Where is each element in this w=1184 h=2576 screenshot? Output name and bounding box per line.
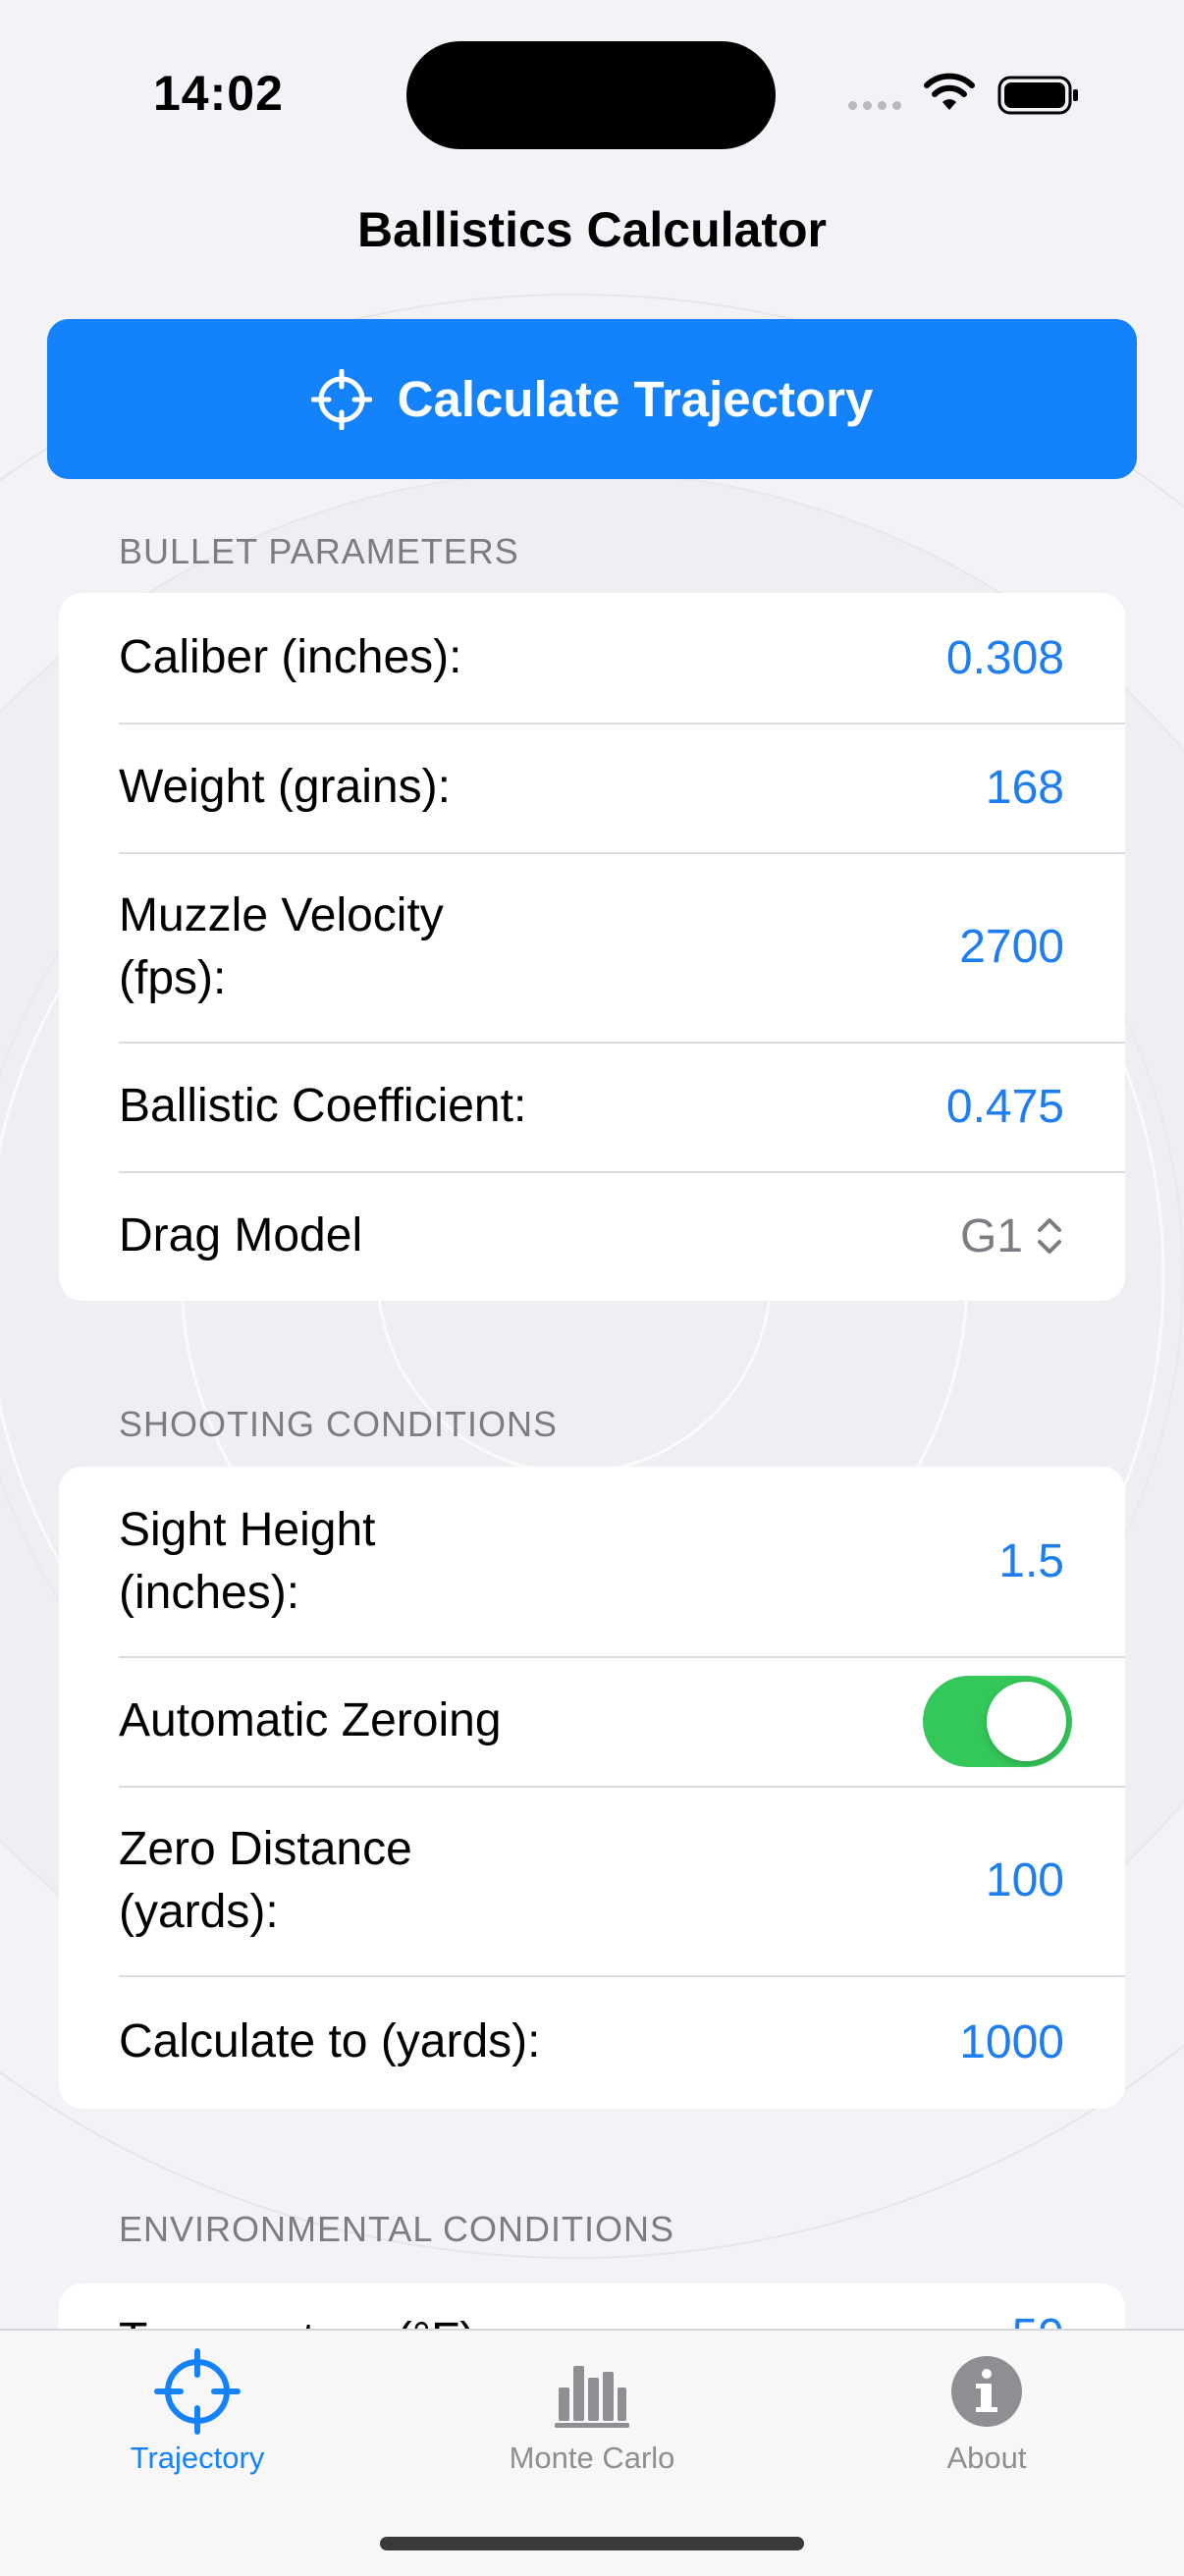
tab-about[interactable]: About: [789, 2331, 1184, 2507]
row-sight-height[interactable]: Sight Height (inches): 1.5: [59, 1467, 1125, 1656]
calculate-to-field[interactable]: 1000: [959, 2015, 1064, 2069]
chevron-up-down-icon: [1038, 1218, 1061, 1254]
temperature-label: Temperature (°F):: [119, 2309, 489, 2329]
weight-label: Weight (grains):: [119, 761, 451, 813]
info-icon: [951, 2356, 1022, 2427]
calculate-button-label: Calculate Trajectory: [397, 371, 874, 427]
tab-trajectory[interactable]: Trajectory: [0, 2331, 395, 2507]
bullet-parameters-card: Caliber (inches): 0.308 Weight (grains):…: [59, 593, 1125, 1301]
tab-label-about: About: [946, 2441, 1027, 2475]
crosshair-icon: [310, 368, 372, 430]
muzzle-velocity-label-line1: Muzzle Velocity: [119, 888, 444, 941]
zero-distance-label-line2: (yards):: [119, 1885, 279, 1938]
calculate-trajectory-button[interactable]: Calculate Trajectory: [47, 319, 1137, 479]
row-drag-model[interactable]: Drag Model G1: [59, 1171, 1125, 1301]
ballistic-coefficient-field[interactable]: 0.475: [946, 1080, 1064, 1134]
muzzle-velocity-label: Muzzle Velocity (fps):: [119, 885, 444, 1010]
row-weight[interactable]: Weight (grains): 168: [59, 723, 1125, 852]
row-caliber[interactable]: Caliber (inches): 0.308: [59, 593, 1125, 723]
shooting-conditions-card: Sight Height (inches): 1.5 Automatic Zer…: [59, 1467, 1125, 2109]
bar-chart-icon: [555, 2366, 629, 2428]
tab-label-monte-carlo: Monte Carlo: [509, 2441, 675, 2475]
section-header-environment: ENVIRONMENTAL CONDITIONS: [119, 2209, 675, 2249]
crosshair-icon: [154, 2348, 241, 2435]
automatic-zeroing-toggle[interactable]: [923, 1675, 1072, 1767]
row-ballistic-coefficient[interactable]: Ballistic Coefficient: 0.475: [59, 1042, 1125, 1171]
muzzle-velocity-field[interactable]: 2700: [959, 920, 1064, 974]
row-temperature[interactable]: Temperature (°F): 59: [59, 2283, 1125, 2329]
automatic-zeroing-label: Automatic Zeroing: [119, 1694, 502, 1746]
row-muzzle-velocity[interactable]: Muzzle Velocity (fps): 2700: [59, 852, 1125, 1042]
zero-distance-field[interactable]: 100: [986, 1853, 1064, 1907]
section-header-bullet: BULLET PARAMETERS: [119, 531, 519, 571]
battery-icon: [997, 76, 1078, 115]
row-automatic-zeroing[interactable]: Automatic Zeroing: [59, 1656, 1125, 1786]
row-zero-distance[interactable]: Zero Distance (yards): 100: [59, 1786, 1125, 1975]
toggle-knob: [987, 1681, 1066, 1761]
section-header-shooting: SHOOTING CONDITIONS: [119, 1404, 559, 1444]
tab-label-trajectory: Trajectory: [130, 2441, 265, 2475]
caliber-field[interactable]: 0.308: [946, 631, 1064, 685]
drag-model-value: G1: [959, 1209, 1023, 1262]
sight-height-label-line2: (inches):: [119, 1566, 300, 1619]
muzzle-velocity-label-line2: (fps):: [119, 951, 227, 1004]
drag-model-label: Drag Model: [119, 1209, 363, 1261]
zero-distance-label-line1: Zero Distance: [119, 1822, 412, 1875]
sight-height-label-line1: Sight Height: [119, 1503, 376, 1556]
calculate-to-label: Calculate to (yards):: [119, 2015, 541, 2067]
temperature-field[interactable]: 59: [1012, 2309, 1064, 2329]
home-indicator: [380, 2537, 804, 2550]
status-time: 14:02: [153, 66, 284, 121]
row-calculate-to[interactable]: Calculate to (yards): 1000: [59, 1975, 1125, 2109]
zero-distance-label: Zero Distance (yards):: [119, 1818, 412, 1944]
drag-model-picker[interactable]: G1: [960, 1209, 1064, 1263]
cellular-signal-icon: [848, 101, 901, 110]
ballistic-coefficient-label: Ballistic Coefficient:: [119, 1080, 527, 1132]
sight-height-field[interactable]: 1.5: [998, 1534, 1064, 1588]
tab-monte-carlo[interactable]: Monte Carlo: [395, 2331, 789, 2507]
dynamic-island: [406, 41, 776, 149]
caliber-label: Caliber (inches):: [119, 631, 462, 683]
weight-field[interactable]: 168: [986, 761, 1064, 815]
page-title: Ballistics Calculator: [357, 202, 827, 257]
wifi-icon: [924, 73, 975, 110]
sight-height-label: Sight Height (inches):: [119, 1499, 376, 1625]
